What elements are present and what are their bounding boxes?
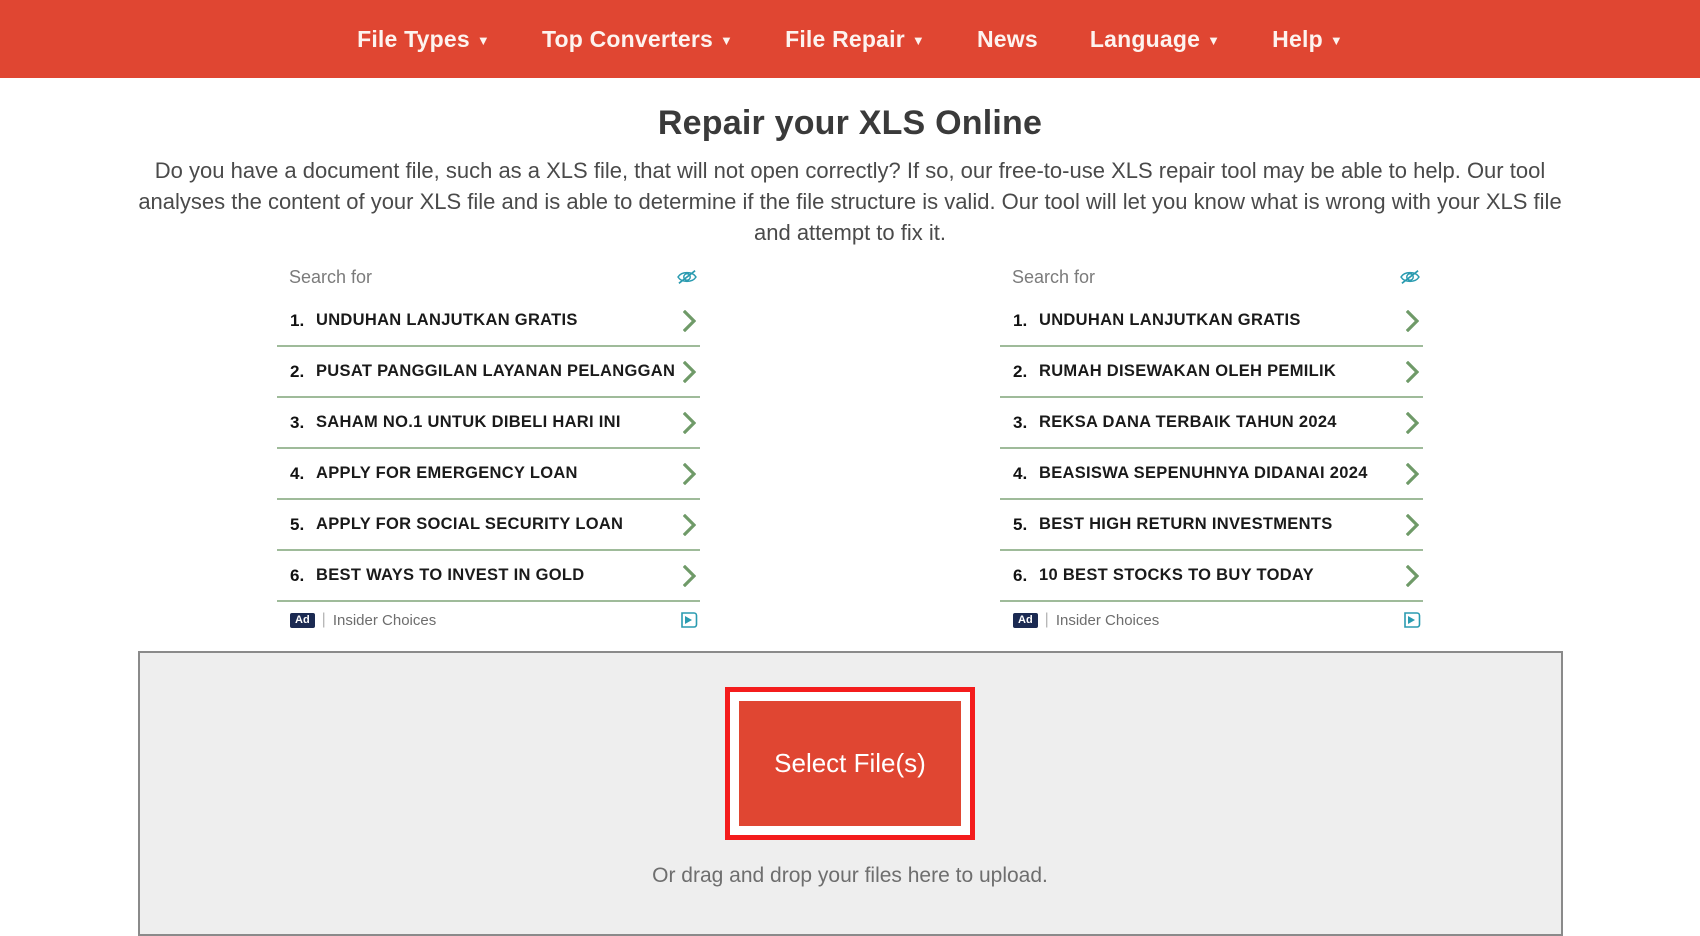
chevron-right-icon xyxy=(1401,564,1423,587)
nav-item-label: File Types xyxy=(357,25,470,52)
nav-item-help[interactable]: Help ▼ xyxy=(1246,26,1369,53)
chevron-right-icon xyxy=(1401,513,1423,536)
ad-list-item[interactable]: 3. REKSA DANA TERBAIK TAHUN 2024 xyxy=(1000,398,1423,449)
ad-item-text: BEST WAYS TO INVEST IN GOLD xyxy=(316,566,585,584)
ad-item-number: 1. xyxy=(290,310,305,330)
ad-attribution: Ad | Insider Choices xyxy=(1013,612,1159,629)
drag-drop-hint-text: Or drag and drop your files here to uplo… xyxy=(652,864,1048,887)
ad-search-for-label: Search for xyxy=(289,266,373,287)
nav-item-language[interactable]: Language ▼ xyxy=(1064,26,1246,53)
adchoices-icon[interactable] xyxy=(1401,611,1421,629)
ad-list-right: 1. UNDUHAN LANJUTKAN GRATIS 2. RUMAH DIS… xyxy=(1000,296,1423,602)
ad-list-item[interactable]: 3. SAHAM NO.1 UNTUK DIBELI HARI INI xyxy=(277,398,700,449)
ad-item-text: BEST HIGH RETURN INVESTMENTS xyxy=(1039,515,1333,533)
ad-list-item[interactable]: 5. BEST HIGH RETURN INVESTMENTS xyxy=(1000,500,1423,551)
ad-search-for-label: Search for xyxy=(1012,266,1096,287)
ad-unit-right: Search for 1. UNDUHAN LANJUTKAN GRATIS 2… xyxy=(1000,264,1423,629)
page-title: Repair your XLS Online xyxy=(657,104,1043,142)
select-file-button[interactable]: Select File(s) xyxy=(739,701,961,826)
ad-item-text: RUMAH DISEWAKAN OLEH PEMILIK xyxy=(1039,362,1337,380)
ad-item-number: 3. xyxy=(290,412,305,432)
ad-item-number: 4. xyxy=(290,463,305,483)
ad-list-item[interactable]: 1. UNDUHAN LANJUTKAN GRATIS xyxy=(1000,296,1423,347)
nav-item-file-repair[interactable]: File Repair ▼ xyxy=(759,26,951,53)
ad-item-number: 5. xyxy=(1013,514,1028,534)
ad-list-item[interactable]: 1. UNDUHAN LANJUTKAN GRATIS xyxy=(277,296,700,347)
ad-badge: Ad xyxy=(290,612,315,628)
ad-item-number: 2. xyxy=(290,361,305,381)
ad-item-text: UNDUHAN LANJUTKAN GRATIS xyxy=(1039,311,1301,329)
chevron-right-icon xyxy=(678,564,700,587)
ad-item-number: 3. xyxy=(1013,412,1028,432)
chevron-down-icon: ▼ xyxy=(1207,32,1221,48)
chevron-down-icon: ▼ xyxy=(476,32,490,48)
ad-header-left: Search for xyxy=(277,264,700,290)
eye-slash-icon[interactable] xyxy=(1399,268,1421,286)
ad-separator: | xyxy=(1044,611,1049,628)
chevron-right-icon xyxy=(1401,462,1423,485)
nav-item-top-converters[interactable]: Top Converters ▼ xyxy=(516,26,759,53)
ad-item-text: APPLY FOR EMERGENCY LOAN xyxy=(316,464,578,482)
ad-item-text: UNDUHAN LANJUTKAN GRATIS xyxy=(316,311,578,329)
nav-item-news[interactable]: News xyxy=(951,26,1064,53)
ad-attribution: Ad | Insider Choices xyxy=(290,612,436,629)
chevron-down-icon: ▼ xyxy=(720,32,734,48)
select-file-highlight-ring: Select File(s) xyxy=(725,687,975,840)
top-navigation-bar: File Types ▼ Top Converters ▼ File Repai… xyxy=(0,0,1700,78)
ad-provider-name: Insider Choices xyxy=(332,611,437,629)
ad-item-text: PUSAT PANGGILAN LAYANAN PELANGGAN xyxy=(316,362,676,380)
page-intro-paragraph: Do you have a document file, such as a X… xyxy=(138,158,1562,245)
ad-list-item[interactable]: 2. PUSAT PANGGILAN LAYANAN PELANGGAN xyxy=(277,347,700,398)
ad-list-left: 1. UNDUHAN LANJUTKAN GRATIS 2. PUSAT PAN… xyxy=(277,296,700,602)
ad-list-item[interactable]: 4. BEASISWA SEPENUHNYA DIDANAI 2024 xyxy=(1000,449,1423,500)
chevron-down-icon: ▼ xyxy=(1329,32,1343,48)
ad-list-item[interactable]: 5. APPLY FOR SOCIAL SECURITY LOAN xyxy=(277,500,700,551)
file-drop-zone[interactable]: Select File(s) Or drag and drop your fil… xyxy=(137,651,1563,936)
ad-item-number: 4. xyxy=(1013,463,1028,483)
ad-item-text: BEASISWA SEPENUHNYA DIDANAI 2024 xyxy=(1039,464,1368,482)
chevron-right-icon xyxy=(678,309,700,332)
ad-header-right: Search for xyxy=(1000,264,1423,290)
ad-item-number: 2. xyxy=(1013,361,1028,381)
chevron-right-icon xyxy=(1401,360,1423,383)
eye-slash-icon[interactable] xyxy=(676,268,698,286)
ad-footer-right: Ad | Insider Choices xyxy=(1000,602,1423,629)
chevron-right-icon xyxy=(1401,411,1423,434)
ad-list-item[interactable]: 6. 10 BEST STOCKS TO BUY TODAY xyxy=(1000,551,1423,602)
ad-item-number: 6. xyxy=(290,565,305,585)
nav-item-label: Language xyxy=(1089,25,1201,52)
chevron-right-icon xyxy=(678,462,700,485)
advertisement-row: Search for 1. UNDUHAN LANJUTKAN GRATIS 2… xyxy=(0,264,1700,629)
page-header-section: Repair your XLS Online Do you have a doc… xyxy=(0,78,1700,248)
nav-item-label: File Repair xyxy=(785,25,905,52)
ad-item-text: SAHAM NO.1 UNTUK DIBELI HARI INI xyxy=(316,413,621,431)
chevron-down-icon: ▼ xyxy=(911,32,925,48)
adchoices-icon[interactable] xyxy=(678,611,698,629)
ad-footer-left: Ad | Insider Choices xyxy=(277,602,700,629)
ad-item-text: APPLY FOR SOCIAL SECURITY LOAN xyxy=(316,515,624,533)
ad-list-item[interactable]: 2. RUMAH DISEWAKAN OLEH PEMILIK xyxy=(1000,347,1423,398)
ad-item-number: 6. xyxy=(1013,565,1028,585)
ad-badge: Ad xyxy=(1013,612,1038,628)
chevron-right-icon xyxy=(678,513,700,536)
ad-item-text: REKSA DANA TERBAIK TAHUN 2024 xyxy=(1039,413,1337,431)
ad-item-text: 10 BEST STOCKS TO BUY TODAY xyxy=(1039,566,1314,584)
ad-separator: | xyxy=(321,611,326,628)
chevron-right-icon xyxy=(678,360,700,383)
nav-item-label: News xyxy=(976,25,1038,52)
ad-item-number: 5. xyxy=(290,514,305,534)
ad-provider-name: Insider Choices xyxy=(1055,611,1160,629)
nav-item-file-types[interactable]: File Types ▼ xyxy=(331,26,516,53)
nav-item-label: Help xyxy=(1272,25,1323,52)
chevron-right-icon xyxy=(1401,309,1423,332)
ad-list-item[interactable]: 6. BEST WAYS TO INVEST IN GOLD xyxy=(277,551,700,602)
nav-item-label: Top Converters xyxy=(541,25,714,52)
chevron-right-icon xyxy=(678,411,700,434)
ad-unit-left: Search for 1. UNDUHAN LANJUTKAN GRATIS 2… xyxy=(277,264,700,629)
ad-list-item[interactable]: 4. APPLY FOR EMERGENCY LOAN xyxy=(277,449,700,500)
ad-item-number: 1. xyxy=(1013,310,1028,330)
